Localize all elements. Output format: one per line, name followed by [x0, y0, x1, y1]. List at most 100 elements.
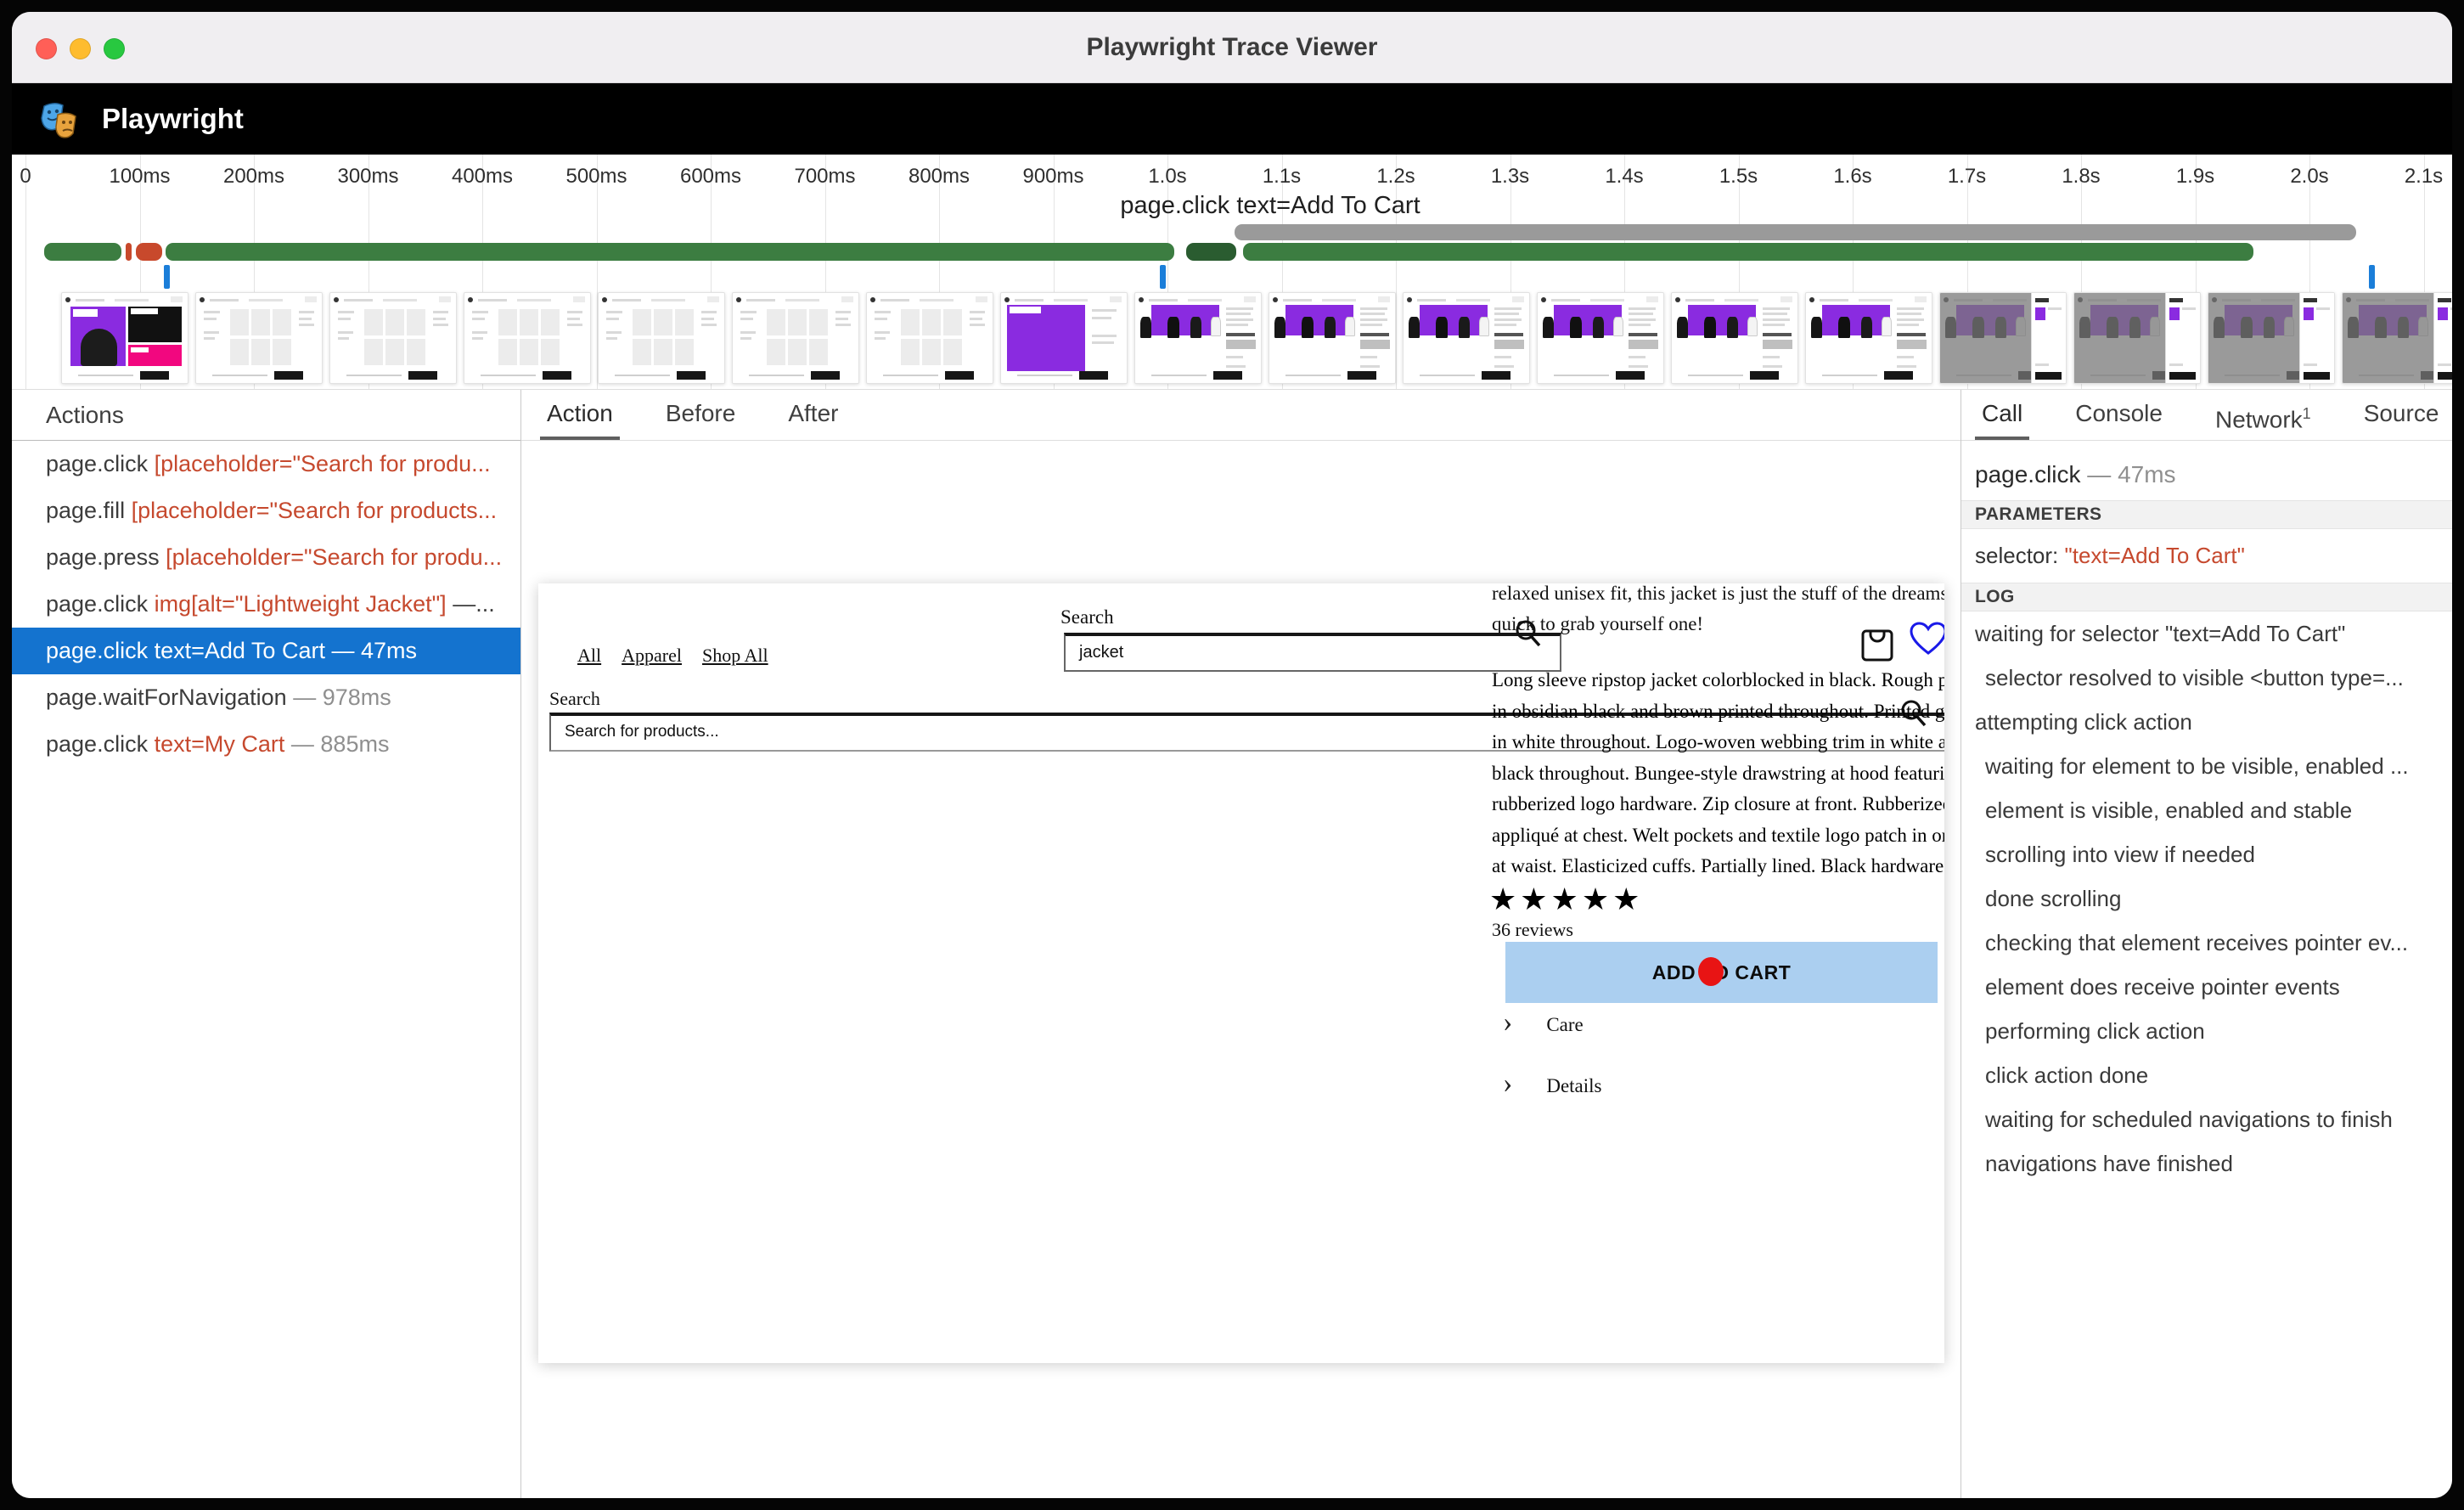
- description-line: in white throughout. Logo-woven webbing …: [1492, 727, 1944, 758]
- search-main-placeholder: Search for products...: [565, 723, 719, 741]
- timeline-tick-label: 1.4s: [1605, 165, 1643, 189]
- main-layout: Actions page.click [placeholder="Search …: [12, 390, 2452, 1498]
- accordion-details[interactable]: ›Details: [1503, 1071, 1601, 1097]
- filmstrip-thumbnail[interactable]: [732, 292, 859, 384]
- action-method: page.fill: [46, 498, 125, 523]
- snapshot-nav-link[interactable]: Apparel: [622, 645, 682, 666]
- detail-tab-network[interactable]: Network1: [2208, 390, 2318, 440]
- detail-tab-source[interactable]: Source: [2357, 390, 2446, 440]
- timeline-tick-label: 2.0s: [2290, 165, 2328, 189]
- timeline-screenshot-marker[interactable]: [2369, 265, 2375, 289]
- detail-tabbar: Call Console Network1 Source: [1961, 390, 2452, 441]
- filmstrip-thumbnail[interactable]: [2208, 292, 2335, 384]
- action-row[interactable]: page.click text=My Cart — 885ms: [12, 721, 520, 768]
- timeline-bar-segment[interactable]: [1235, 224, 2356, 240]
- filmstrip-thumbnail[interactable]: [2342, 292, 2452, 384]
- timeline-tick-label: 1.9s: [2176, 165, 2214, 189]
- accordion-label: Care: [1546, 1014, 1583, 1035]
- action-row[interactable]: page.waitForNavigation — 978ms: [12, 674, 520, 721]
- action-method: page.click: [46, 731, 148, 757]
- app-name: Playwright: [102, 103, 244, 135]
- snapshot-nav: All Apparel Shop All: [577, 645, 789, 667]
- description-line: in obsidian black and brown printed thro…: [1492, 696, 1944, 728]
- timeline-bar-segment[interactable]: [1186, 243, 1236, 261]
- action-selector: [placeholder="Search for produ...: [155, 451, 491, 476]
- timeline-bar-segment[interactable]: [1243, 243, 2253, 261]
- timeline-tick-label: 1.3s: [1491, 165, 1529, 189]
- log-row: waiting for scheduled navigations to fin…: [1961, 1097, 2452, 1141]
- timeline-bar-segment[interactable]: [126, 243, 132, 261]
- review-count: 36 reviews: [1492, 915, 1573, 945]
- wishlist-heart-icon[interactable]: [1909, 621, 1944, 656]
- snapshot-tabbar: Action Before After: [521, 390, 1961, 441]
- action-row[interactable]: page.click img[alt="Lightweight Jacket"]…: [12, 581, 520, 628]
- description-line: rubberized logo hardware. Zip closure at…: [1492, 789, 1944, 820]
- log-row: waiting for selector "text=Add To Cart": [1961, 611, 2452, 656]
- snapshot-tab-after[interactable]: After: [781, 390, 845, 440]
- log-row: navigations have finished: [1961, 1141, 2452, 1186]
- app-header: Playwright: [12, 83, 2452, 155]
- action-method: page.click: [46, 638, 148, 663]
- filmstrip-thumbnail[interactable]: [1403, 292, 1530, 384]
- action-method: page.waitForNavigation: [46, 685, 287, 710]
- filmstrip-thumbnail[interactable]: [866, 292, 993, 384]
- timeline-bar-segment[interactable]: [136, 243, 162, 261]
- actions-panel-title: Actions: [12, 390, 520, 441]
- action-row[interactable]: page.click text=Add To Cart — 47ms: [12, 628, 520, 674]
- snapshot-tab-action[interactable]: Action: [540, 390, 620, 440]
- timeline-tick-label: 300ms: [337, 165, 398, 189]
- detail-tab-call[interactable]: Call: [1975, 390, 2029, 440]
- timeline-screenshot-marker[interactable]: [1160, 265, 1166, 289]
- chevron-right-icon: ›: [1503, 1068, 1512, 1099]
- log-row: element is visible, enabled and stable: [1961, 788, 2452, 832]
- filmstrip-thumbnail[interactable]: [195, 292, 323, 384]
- titlebar: Playwright Trace Viewer: [12, 12, 2452, 83]
- filmstrip-thumbnail[interactable]: [1537, 292, 1664, 384]
- timeline-screenshot-marker[interactable]: [164, 265, 170, 289]
- timeline-zone[interactable]: 0100ms200ms300ms400ms500ms600ms700ms800m…: [12, 155, 2452, 390]
- filmstrip-thumbnail[interactable]: [1939, 292, 2067, 384]
- detail-tab-console[interactable]: Console: [2068, 390, 2169, 440]
- click-touch-point: [1698, 957, 1724, 986]
- filmstrip-thumbnail[interactable]: [1805, 292, 1932, 384]
- snapshot-nav-link[interactable]: All: [577, 645, 601, 666]
- page-snapshot: relaxed unisex fit, this jacket is just …: [538, 583, 1944, 1363]
- filmstrip-thumbnail[interactable]: [1671, 292, 1798, 384]
- filmstrip-thumbnail[interactable]: [1269, 292, 1396, 384]
- snapshot-tab-before[interactable]: Before: [659, 390, 743, 440]
- filmstrip-thumbnail[interactable]: [1134, 292, 1262, 384]
- shopping-bag-icon[interactable]: [1859, 623, 1895, 663]
- description-line: Long sleeve ripstop jacket colorblocked …: [1492, 665, 1944, 696]
- timeline-bar-segment[interactable]: [44, 243, 121, 261]
- filmstrip-thumbnail[interactable]: [598, 292, 725, 384]
- action-selector: [placeholder="Search for products...: [132, 498, 498, 523]
- timeline-tick-label: 1.8s: [2062, 165, 2100, 189]
- accordion-care[interactable]: ›Care: [1503, 1010, 1584, 1036]
- filmstrip-thumbnail[interactable]: [61, 292, 188, 384]
- log-row: done scrolling: [1961, 876, 2452, 921]
- action-row[interactable]: page.fill [placeholder="Search for produ…: [12, 487, 520, 534]
- filmstrip-thumbnail[interactable]: [1000, 292, 1128, 384]
- log-row: click action done: [1961, 1053, 2452, 1097]
- search-top-input[interactable]: jacket: [1064, 633, 1561, 672]
- filmstrip-thumbnail[interactable]: [329, 292, 457, 384]
- search-icon[interactable]: [1511, 617, 1545, 651]
- log-row: attempting click action: [1961, 700, 2452, 744]
- timeline-tick-label: 500ms: [565, 165, 627, 189]
- timeline-tick-label: 1.0s: [1148, 165, 1186, 189]
- description-line: at waist. Elasticized cuffs. Partially l…: [1492, 851, 1944, 882]
- timeline-action-label: page.click text=Add To Cart: [1120, 192, 1420, 220]
- timeline-tick-label: 1.1s: [1263, 165, 1301, 189]
- filmstrip-thumbnail[interactable]: [464, 292, 591, 384]
- timeline-tick-label: 1.5s: [1719, 165, 1758, 189]
- action-selector: text=Add To Cart: [155, 638, 325, 663]
- call-title: page.click — 47ms: [1961, 441, 2452, 500]
- snapshot-nav-link[interactable]: Shop All: [702, 645, 768, 666]
- log-row: element does receive pointer events: [1961, 965, 2452, 1009]
- filmstrip-thumbnail[interactable]: [2073, 292, 2201, 384]
- action-row[interactable]: page.press [placeholder="Search for prod…: [12, 534, 520, 581]
- timeline-bar-segment[interactable]: [166, 243, 1174, 261]
- star-rating: ★★★★★: [1489, 882, 1643, 917]
- action-duration: —...: [453, 591, 495, 617]
- action-row[interactable]: page.click [placeholder="Search for prod…: [12, 441, 520, 487]
